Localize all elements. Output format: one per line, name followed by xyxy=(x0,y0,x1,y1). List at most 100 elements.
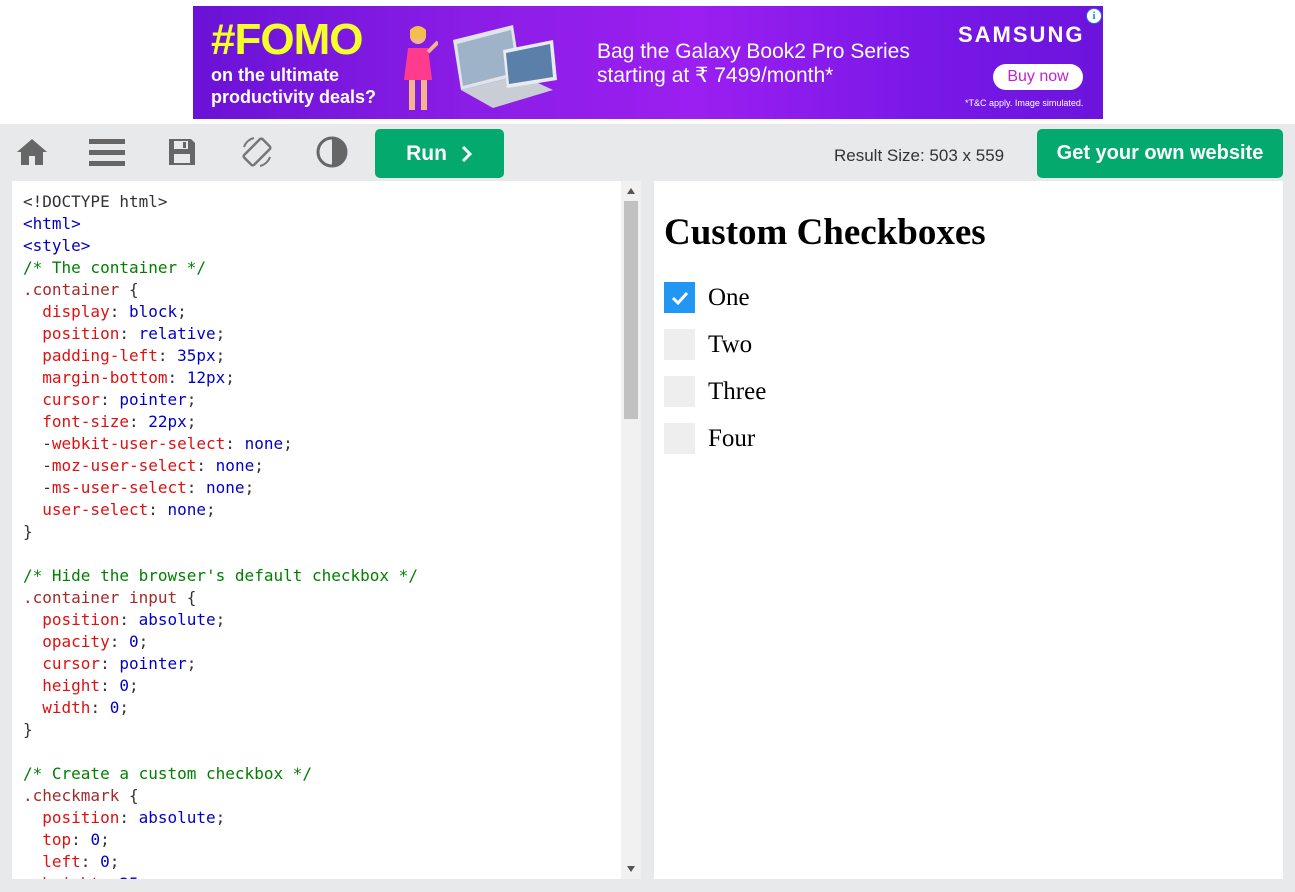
code-token: .checkmark xyxy=(23,786,120,805)
checkmark-icon xyxy=(671,291,688,305)
code-token: ; xyxy=(206,500,216,519)
code-token: cursor xyxy=(42,654,101,673)
checkmark-box[interactable] xyxy=(664,423,695,454)
code-token: - xyxy=(23,478,52,497)
code-token: display xyxy=(42,302,110,321)
code-token: : xyxy=(71,830,91,849)
code-token: ; xyxy=(215,808,226,827)
run-button[interactable]: Run xyxy=(375,129,504,178)
code-token: : xyxy=(109,302,129,321)
code-token: : xyxy=(128,412,149,431)
checkbox-one[interactable]: One xyxy=(664,282,964,313)
code-token: : xyxy=(100,874,119,879)
checkbox-two[interactable]: Two xyxy=(664,329,964,360)
contrast-icon[interactable] xyxy=(314,136,350,168)
code-token: : xyxy=(167,368,187,387)
rotate-icon[interactable] xyxy=(239,136,275,168)
code-token: absolute xyxy=(138,808,216,827)
code-token: none xyxy=(215,456,255,475)
code-token: ; xyxy=(128,676,139,695)
code-token: ; xyxy=(138,632,149,651)
checkbox-three[interactable]: Three xyxy=(664,376,964,407)
code-token: - xyxy=(23,434,52,453)
code-token: ; xyxy=(283,434,293,453)
code-token: <style> xyxy=(23,236,91,255)
save-icon[interactable] xyxy=(164,136,200,168)
code-token: ; xyxy=(225,368,235,387)
code-editor[interactable]: <!DOCTYPE html> <html> <style> /* The co… xyxy=(12,181,641,879)
code-token: left xyxy=(42,852,81,871)
code-token: font-size xyxy=(42,412,129,431)
code-token: : xyxy=(119,610,139,629)
checkmark-box[interactable] xyxy=(664,329,695,360)
code-token: height xyxy=(42,676,101,695)
code-token: ; xyxy=(254,456,264,475)
code-token: : xyxy=(148,500,168,519)
code-token: { xyxy=(177,588,197,607)
code-token: ; xyxy=(100,830,110,849)
scroll-up-arrow-icon[interactable] xyxy=(625,185,637,197)
code-token: ; xyxy=(215,324,226,343)
advertisement-banner[interactable]: #FOMO on the ultimate productivity deals… xyxy=(193,6,1103,119)
code-token: /* Hide the browser's default checkbox *… xyxy=(23,566,418,585)
code-token: : xyxy=(100,654,120,673)
home-icon[interactable] xyxy=(14,136,50,168)
code-token: webkit-user-select xyxy=(51,434,226,453)
checkbox-label: One xyxy=(708,283,750,311)
code-token: : xyxy=(109,632,129,651)
code-scrollbar-thumb[interactable] xyxy=(624,201,638,419)
code-token: pointer xyxy=(119,390,187,409)
code-token: 0 xyxy=(109,698,120,717)
code-token: : xyxy=(225,434,245,453)
code-token: none xyxy=(244,434,284,453)
menu-icon[interactable] xyxy=(89,136,125,168)
code-token: : xyxy=(196,456,216,475)
code-token: { xyxy=(119,786,139,805)
code-token: : xyxy=(186,478,207,497)
code-token: absolute xyxy=(138,610,216,629)
ad-person-illustration xyxy=(404,26,438,110)
code-token: <!DOCTYPE html> xyxy=(23,192,168,211)
checkbox-label: Four xyxy=(708,424,756,452)
get-your-own-website-button[interactable]: Get your own website xyxy=(1037,129,1283,178)
ad-fomo-text: #FOMO xyxy=(211,15,363,64)
code-token: relative xyxy=(138,324,216,343)
code-token: position xyxy=(42,808,120,827)
scroll-down-arrow-icon[interactable] xyxy=(625,863,637,875)
ad-disclaimer: *T&C apply. Image simulated. xyxy=(965,98,1084,108)
code-token: : xyxy=(80,852,101,871)
code-token: ; xyxy=(215,346,226,365)
checkmark-box[interactable] xyxy=(664,282,695,313)
ad-strip: #FOMO on the ultimate productivity deals… xyxy=(0,0,1295,124)
checkbox-four[interactable]: Four xyxy=(664,423,964,454)
code-token: position xyxy=(42,324,120,343)
checkbox-label: Three xyxy=(708,377,767,405)
ad-info-icon[interactable]: i xyxy=(1086,8,1102,24)
code-token: : xyxy=(157,346,178,365)
code-token: { xyxy=(119,280,139,299)
run-button-label: Run xyxy=(406,141,447,165)
code-token: height xyxy=(42,874,100,879)
code-token: 35px xyxy=(177,346,216,365)
code-token: pointer xyxy=(119,654,187,673)
result-title: Custom Checkboxes xyxy=(664,212,986,253)
ad-buy-now-button[interactable]: Buy now xyxy=(993,64,1083,90)
code-token: ; xyxy=(186,654,197,673)
checkmark-box[interactable] xyxy=(664,376,695,407)
code-token: top xyxy=(42,830,72,849)
code-token: user-select xyxy=(42,500,149,519)
code-token: margin-bottom xyxy=(42,368,168,387)
code-token: .container input xyxy=(23,588,178,607)
checkbox-label: Two xyxy=(708,330,753,358)
code-token: ; xyxy=(109,852,120,871)
code-text[interactable]: <!DOCTYPE html> <html> <style> /* The co… xyxy=(23,191,623,879)
